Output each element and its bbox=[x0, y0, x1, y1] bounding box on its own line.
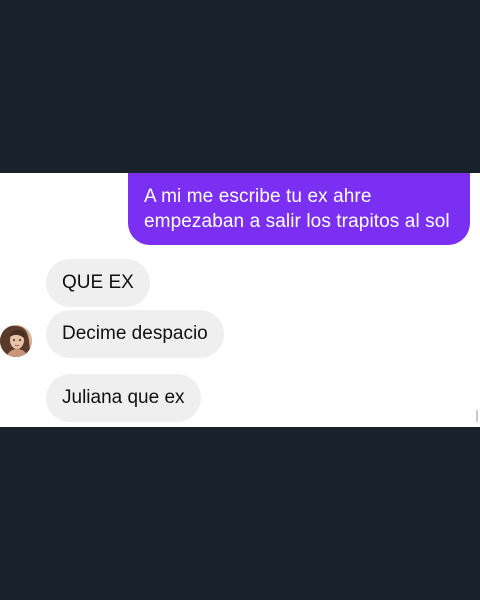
letterbox-top bbox=[0, 0, 480, 173]
incoming-message-bubble[interactable]: Juliana que ex bbox=[46, 374, 201, 422]
avatar-photo-icon bbox=[0, 325, 32, 357]
message-text-line: empezaban a salir los trapitos al sol bbox=[144, 211, 450, 232]
outgoing-message-bubble[interactable]: A mi me escribe tu ex ahre empezaban a s… bbox=[128, 173, 470, 245]
message-text: Juliana que ex bbox=[62, 387, 185, 408]
message-text: Decime despacio bbox=[62, 323, 208, 344]
letterbox-bottom bbox=[0, 427, 480, 600]
incoming-message-bubble[interactable]: QUE EX bbox=[46, 259, 150, 307]
chat-thread[interactable]: A mi me escribe tu ex ahre empezaban a s… bbox=[0, 173, 480, 427]
incoming-message-bubble[interactable]: Decime despacio bbox=[46, 310, 224, 358]
message-text-line: A mi me escribe tu ex ahre bbox=[144, 186, 372, 207]
message-text: QUE EX bbox=[62, 272, 134, 293]
contact-avatar[interactable] bbox=[0, 325, 32, 357]
scrollbar[interactable] bbox=[476, 410, 478, 422]
